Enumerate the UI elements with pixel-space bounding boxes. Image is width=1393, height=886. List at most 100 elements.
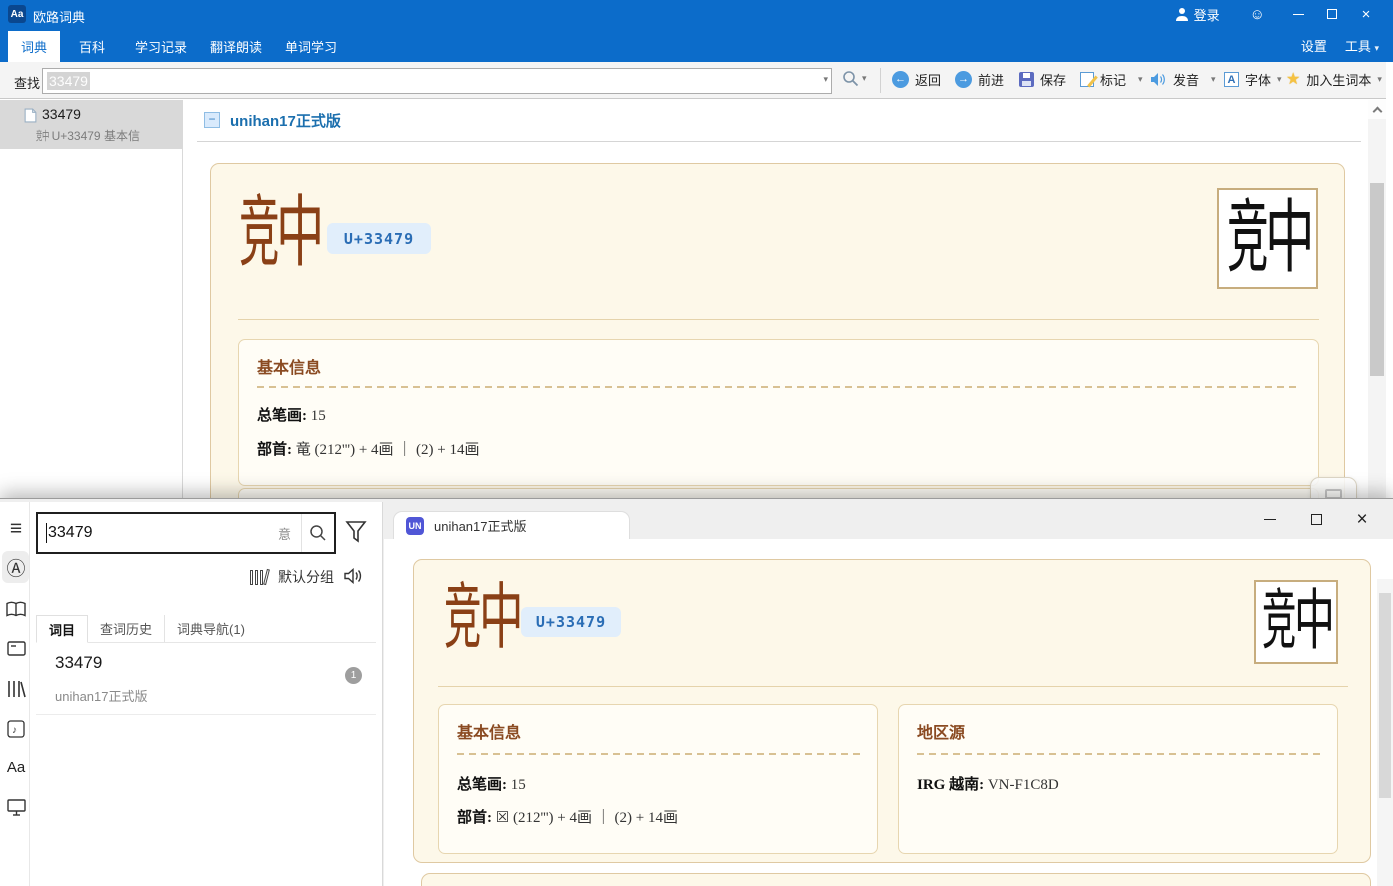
menu-hamburger-icon[interactable]: ≡ (3, 516, 29, 542)
add-wordbook-button[interactable]: ★ 加入生词本 ▾ (1286, 70, 1382, 89)
total-strokes-value: 15 (311, 408, 326, 424)
result-count-badge: 1 (345, 667, 362, 684)
filter-funnel-icon[interactable] (345, 520, 367, 545)
mini-search-value: 33479 (48, 524, 278, 542)
back-icon: ← (892, 71, 909, 88)
radical-label: 部首: (257, 442, 292, 458)
scroll-up-button[interactable] (1368, 100, 1386, 119)
toolbar-separator (880, 68, 881, 93)
mini-maximize-button[interactable] (1293, 503, 1339, 535)
next-entry-card-edge (421, 873, 1371, 886)
search-button[interactable]: ▾ (842, 70, 867, 87)
search-icon (842, 70, 859, 87)
collapse-section-button[interactable]: − (204, 112, 220, 128)
tools-menu[interactable]: 工具 ▾ (1345, 36, 1379, 55)
font-caret-icon[interactable]: ▾ (1277, 74, 1282, 85)
mini-minimize-button[interactable] (1247, 503, 1293, 535)
main-scrollbar[interactable] (1368, 100, 1386, 498)
maximize-button[interactable] (1315, 0, 1349, 28)
mini-search-button[interactable] (301, 514, 334, 552)
pronounce-caret-icon[interactable]: ▾ (1211, 74, 1216, 85)
tab-dictionary[interactable]: 词典 (8, 31, 60, 62)
mini-left-panel: ≡ Ⓐ ♪ Aa 33479 意 (0, 502, 383, 886)
glyph-image-character: 竞中 (1227, 199, 1309, 279)
speaker-icon (344, 568, 363, 584)
search-input[interactable]: 33479 ▾ (42, 68, 832, 94)
close-icon: × (1356, 510, 1367, 529)
region-source-title: 地区源 (917, 719, 965, 743)
font-icon: A (1224, 72, 1239, 87)
result-subtitle-text: U+33479 基本信 (52, 129, 140, 143)
font-size-icon[interactable]: Aa (3, 754, 29, 780)
group-selector-row: 默认分组 (0, 564, 370, 590)
auto-pronounce-button[interactable] (344, 568, 370, 587)
irg-vietnam-label: IRG 越南: (917, 777, 984, 793)
mini-close-button[interactable]: × (1339, 503, 1385, 535)
pronounce-button[interactable]: 发音 ▾ (1150, 70, 1216, 89)
save-label: 保存 (1040, 70, 1066, 89)
tab-encyclopedia[interactable]: 百科 (66, 31, 118, 62)
person-icon (1175, 7, 1189, 21)
radical-row: 部首: ☒ (212''') + 4画 ｜ (2) + 14画 (457, 806, 678, 827)
entry-character-small: 竞中 (36, 130, 48, 142)
mini-dictionary-tab[interactable]: UN unihan17正式版 (393, 511, 630, 539)
media-library-icon[interactable]: ♪ (3, 716, 29, 742)
mark-button[interactable]: 标记 ▾ (1080, 70, 1143, 89)
save-button[interactable]: 保存 (1019, 70, 1066, 89)
tab-dictionary-nav[interactable]: 词典导航(1) (165, 615, 257, 642)
chevron-down-icon: ▾ (1374, 43, 1379, 53)
flashcard-icon[interactable] (3, 636, 29, 662)
group-label[interactable]: 默认分组 (278, 567, 334, 587)
tab-study-record[interactable]: 学习记录 (122, 31, 200, 62)
unihan-dictionary-icon: UN (406, 517, 424, 535)
mini-result-item[interactable]: 33479 unihan17正式版 1 (36, 643, 376, 715)
entry-card: 竞中 U+33479 竞中 基本信息 总笔画: 15 部首: 竜 (212'''… (210, 163, 1345, 508)
tab-headwords[interactable]: 词目 (36, 615, 88, 643)
font-button[interactable]: A 字体 ▾ (1224, 70, 1282, 89)
tools-label: 工具 (1345, 39, 1371, 54)
mark-caret-icon[interactable]: ▾ (1138, 74, 1143, 85)
tab-word-learning[interactable]: 单词学习 (272, 31, 350, 62)
group-shelf-icon[interactable] (250, 569, 268, 585)
codepoint-badge: U+33479 (521, 607, 621, 637)
search-icon (309, 524, 327, 542)
result-subtitle: 竞中 U+33479 基本信 (36, 127, 182, 144)
add-wordbook-caret-icon[interactable]: ▾ (1377, 74, 1382, 85)
close-icon: × (1362, 7, 1371, 22)
dictionary-name-heading[interactable]: unihan17正式版 (230, 110, 341, 131)
card-divider (438, 686, 1348, 687)
search-dropdown-icon[interactable]: ▾ (823, 74, 828, 85)
scrollbar-thumb[interactable] (1370, 183, 1384, 376)
screen-capture-icon[interactable] (3, 794, 29, 820)
close-button[interactable]: × (1349, 0, 1383, 28)
glyph-image-character: 竞中 (1262, 589, 1329, 655)
back-button[interactable]: ← 返回 (892, 70, 941, 89)
tab-lookup-history[interactable]: 查词历史 (88, 615, 165, 642)
total-strokes-label: 总笔画: (457, 777, 507, 793)
radical-label: 部首: (457, 810, 492, 826)
mini-scrollbar[interactable] (1377, 579, 1393, 886)
minimize-button[interactable] (1281, 0, 1315, 28)
back-label: 返回 (915, 70, 941, 89)
main-nav-bar: 词典 百科 学习记录 翻译朗读 单词学习 设置 工具 ▾ (0, 28, 1393, 62)
settings-menu[interactable]: 设置 (1301, 36, 1327, 55)
open-book-icon[interactable] (3, 596, 29, 622)
mini-panel-tabs: 词目 查词历史 词典导航(1) (36, 615, 376, 643)
save-icon (1019, 72, 1034, 87)
scrollbar-thumb[interactable] (1379, 593, 1391, 798)
sidebar-result-item[interactable]: 33479 竞中 U+33479 基本信 (0, 100, 183, 149)
login-button[interactable]: 登录 (1161, 0, 1234, 28)
mini-result-title: 33479 (55, 653, 102, 673)
mini-search-input[interactable]: 33479 意 (36, 512, 336, 554)
forward-label: 前进 (978, 70, 1004, 89)
dictionary-language-badge[interactable]: 意 (278, 524, 291, 543)
bookshelf-icon[interactable] (3, 676, 29, 702)
forward-button[interactable]: → 前进 (955, 70, 1004, 89)
tab-translate-read[interactable]: 翻译朗读 (197, 31, 275, 62)
minimize-icon (1293, 14, 1304, 15)
document-icon (24, 108, 37, 123)
feedback-smiley-icon[interactable]: ☺ (1234, 6, 1281, 23)
total-strokes-row: 总笔画: 15 (257, 404, 326, 425)
search-mode-caret-icon[interactable]: ▾ (862, 73, 867, 84)
glyph-image-box: 竞中 (1254, 580, 1338, 664)
